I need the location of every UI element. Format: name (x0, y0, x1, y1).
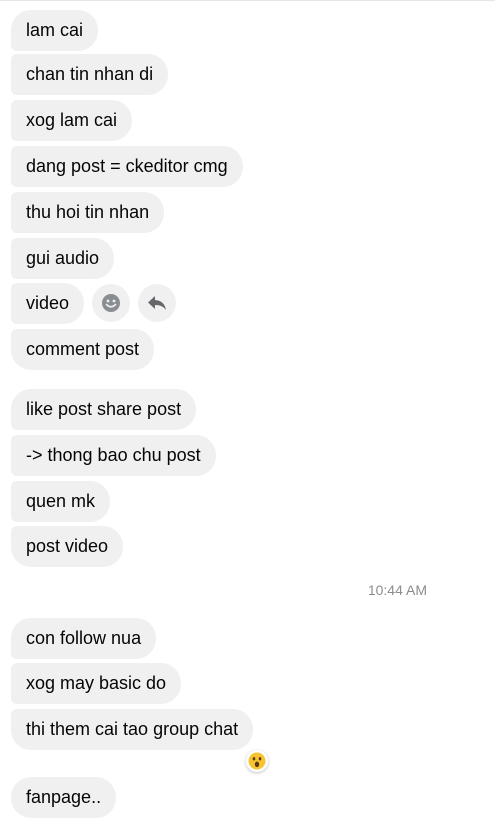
message-text: gui audio (26, 248, 100, 268)
message-text: video (26, 293, 70, 313)
message-bubble[interactable]: gui audio (11, 238, 115, 279)
message-bubble[interactable]: xog lam cai (11, 100, 133, 141)
message-text: dang post = ckeditor cmg (26, 156, 228, 176)
message-bubble[interactable]: quen mk (11, 481, 111, 522)
reply-arrow-icon (148, 296, 166, 310)
message-bubble[interactable]: chan tin nhan di (11, 54, 169, 95)
message-text: lam cai (26, 20, 84, 40)
message-text: con follow nua (26, 628, 142, 648)
message-text: quen mk (26, 491, 96, 511)
message-text: thi them cai tao group chat (26, 719, 239, 739)
message-bubble[interactable]: comment post (11, 329, 155, 370)
message-reaction[interactable] (246, 750, 268, 772)
message-text: fanpage.. (26, 787, 102, 807)
message-text: -> thong bao chu post (26, 445, 201, 465)
smiley-icon (102, 294, 120, 312)
message-text: xog lam cai (26, 110, 118, 130)
message-bubble[interactable]: -> thong bao chu post (11, 435, 216, 476)
message-text: post video (26, 536, 109, 556)
message-text: chan tin nhan di (26, 64, 154, 84)
message-timestamp: 10:44 AM (367, 582, 427, 598)
message-text: xog may basic do (26, 673, 167, 693)
react-button[interactable] (92, 284, 130, 322)
message-bubble[interactable]: con follow nua (11, 618, 157, 659)
message-bubble[interactable]: thu hoi tin nhan (11, 192, 165, 233)
message-bubble[interactable]: like post share post (11, 389, 197, 430)
message-bubble[interactable]: thi them cai tao group chat (11, 709, 254, 750)
message-text: comment post (26, 339, 140, 359)
surprised-face-icon (248, 752, 266, 770)
message-text: thu hoi tin nhan (26, 202, 150, 222)
message-bubble[interactable]: dang post = ckeditor cmg (11, 146, 243, 187)
message-bubble[interactable]: xog may basic do (11, 663, 182, 704)
top-divider (0, 0, 495, 1)
message-bubble-hovered[interactable]: video (11, 283, 85, 324)
message-text: like post share post (26, 399, 182, 419)
message-bubble[interactable]: fanpage.. (11, 777, 117, 818)
message-bubble[interactable]: lam cai (11, 10, 99, 51)
message-bubble[interactable]: post video (11, 526, 124, 567)
reply-button[interactable] (138, 284, 176, 322)
